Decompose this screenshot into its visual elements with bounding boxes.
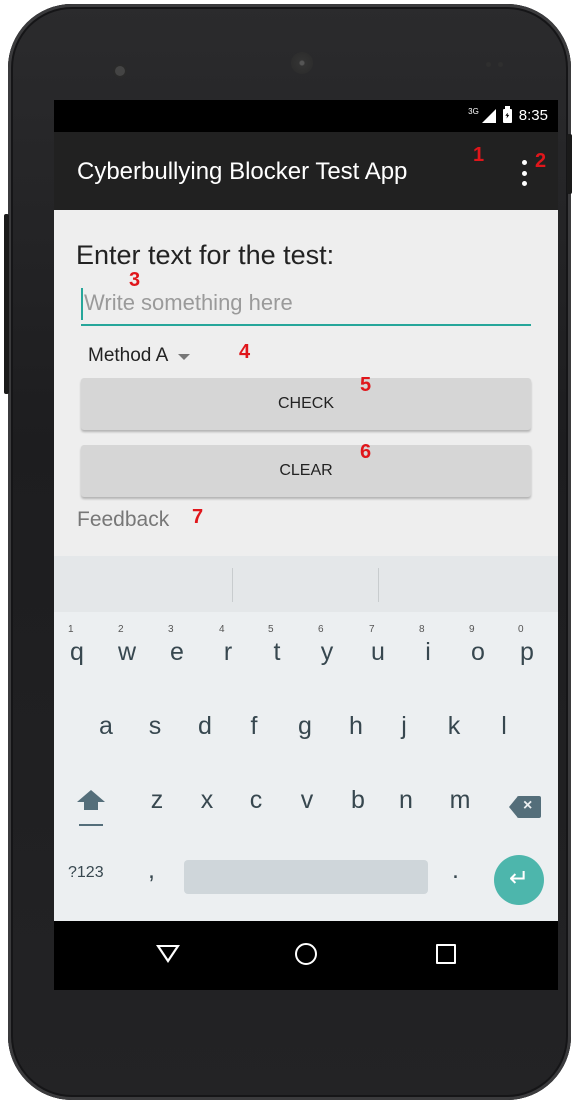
annotation-1: 1	[473, 144, 485, 166]
volume-button	[4, 214, 9, 394]
key-j[interactable]: j	[393, 712, 415, 741]
battery-icon	[502, 105, 512, 123]
method-selected: Method A	[88, 345, 169, 366]
key-d[interactable]: d	[194, 712, 216, 741]
key-label: w	[117, 638, 137, 666]
key-y[interactable]: 6y	[316, 624, 338, 667]
phone-frame: 3G 8:35 Cyberbullying Blocker Test App 1…	[4, 4, 572, 1100]
annotation-6: 6	[360, 441, 372, 463]
key-label: q	[70, 638, 84, 666]
comma-key[interactable]: ,	[148, 856, 155, 885]
key-n[interactable]: n	[393, 786, 419, 815]
key-hint: 7	[369, 624, 375, 635]
key-z[interactable]: z	[144, 786, 170, 815]
key-e[interactable]: 3e	[166, 624, 188, 667]
annotation-5: 5	[360, 374, 372, 396]
annotation-7: 7	[192, 506, 204, 528]
key-l[interactable]: l	[493, 712, 515, 741]
back-icon[interactable]	[156, 945, 180, 963]
home-icon[interactable]	[295, 943, 317, 965]
key-label: r	[223, 638, 233, 666]
key-hint: 2	[118, 624, 124, 635]
text-field-container	[81, 286, 531, 326]
key-h[interactable]: h	[345, 712, 367, 741]
method-dropdown[interactable]: Method A	[88, 345, 191, 367]
key-f[interactable]: f	[243, 712, 265, 741]
app-bar: Cyberbullying Blocker Test App 1 2	[54, 132, 558, 210]
enter-icon[interactable]: ↵	[494, 855, 544, 905]
key-c[interactable]: c	[243, 786, 269, 815]
backspace-icon[interactable]: ×	[509, 796, 541, 818]
key-v[interactable]: v	[294, 786, 320, 815]
input-prompt: Enter text for the test:	[76, 240, 335, 270]
app-title: Cyberbullying Blocker Test App	[77, 158, 408, 185]
more-vert-icon[interactable]	[517, 160, 531, 186]
proximity-sensor	[486, 62, 491, 67]
key-label: u	[371, 638, 385, 666]
key-p[interactable]: 0p	[516, 624, 538, 667]
feedback-text: Feedback	[77, 508, 170, 531]
network-type: 3G	[468, 107, 479, 116]
key-a[interactable]: a	[95, 712, 117, 741]
key-hint: 4	[219, 624, 225, 635]
key-g[interactable]: g	[294, 712, 316, 741]
key-k[interactable]: k	[443, 712, 465, 741]
key-q[interactable]: 1q	[66, 624, 88, 667]
clear-button[interactable]: CLEAR	[81, 445, 531, 497]
key-m[interactable]: m	[447, 786, 473, 815]
key-o[interactable]: 9o	[467, 624, 489, 667]
text-cursor	[81, 288, 83, 320]
space-key[interactable]	[184, 860, 428, 894]
key-hint: 9	[469, 624, 475, 635]
dropdown-arrow-icon	[178, 354, 191, 360]
key-hint: 3	[168, 624, 174, 635]
key-hint: 6	[318, 624, 324, 635]
status-bar: 3G 8:35	[54, 100, 558, 132]
key-b[interactable]: b	[345, 786, 371, 815]
key-hint: 1	[68, 624, 74, 635]
period-key[interactable]: .	[452, 856, 459, 885]
check-button[interactable]: CHECK	[81, 378, 531, 430]
key-i[interactable]: 8i	[417, 624, 439, 667]
key-x[interactable]: x	[194, 786, 220, 815]
signal-icon	[481, 108, 496, 123]
main-content: Enter text for the test: 3 Method A 4 CH…	[54, 210, 558, 556]
key-u[interactable]: 7u	[367, 624, 389, 667]
key-w[interactable]: 2w	[116, 624, 138, 667]
suggestion-strip	[54, 556, 558, 612]
key-r[interactable]: 4r	[217, 624, 239, 667]
screen: 3G 8:35 Cyberbullying Blocker Test App 1…	[54, 100, 558, 990]
annotation-4: 4	[239, 341, 251, 363]
light-sensor	[498, 62, 503, 67]
key-label: y	[320, 638, 334, 666]
front-camera	[113, 64, 127, 78]
suggestion-divider	[378, 568, 379, 602]
key-label: o	[471, 638, 485, 666]
annotation-2: 2	[535, 150, 547, 172]
power-button	[567, 134, 572, 194]
key-hint: 5	[268, 624, 274, 635]
key-label: i	[425, 638, 431, 666]
shift-icon[interactable]	[74, 790, 108, 830]
soft-keyboard: 1q2w3e4r5t6y7u8i9o0p asdfghjkl zxcvbnm ×…	[54, 556, 558, 921]
clock: 8:35	[518, 107, 548, 124]
navigation-bar	[54, 921, 558, 990]
recents-icon[interactable]	[436, 944, 456, 964]
key-label: p	[520, 638, 534, 666]
key-label: e	[170, 638, 184, 666]
key-hint: 0	[518, 624, 524, 635]
key-s[interactable]: s	[144, 712, 166, 741]
suggestion-divider	[232, 568, 233, 602]
test-text-input[interactable]	[84, 286, 524, 320]
key-label: t	[273, 638, 281, 666]
earpiece-speaker	[291, 52, 313, 74]
key-t[interactable]: 5t	[266, 624, 288, 667]
key-hint: 8	[419, 624, 425, 635]
symbols-key[interactable]: ?123	[68, 864, 104, 882]
